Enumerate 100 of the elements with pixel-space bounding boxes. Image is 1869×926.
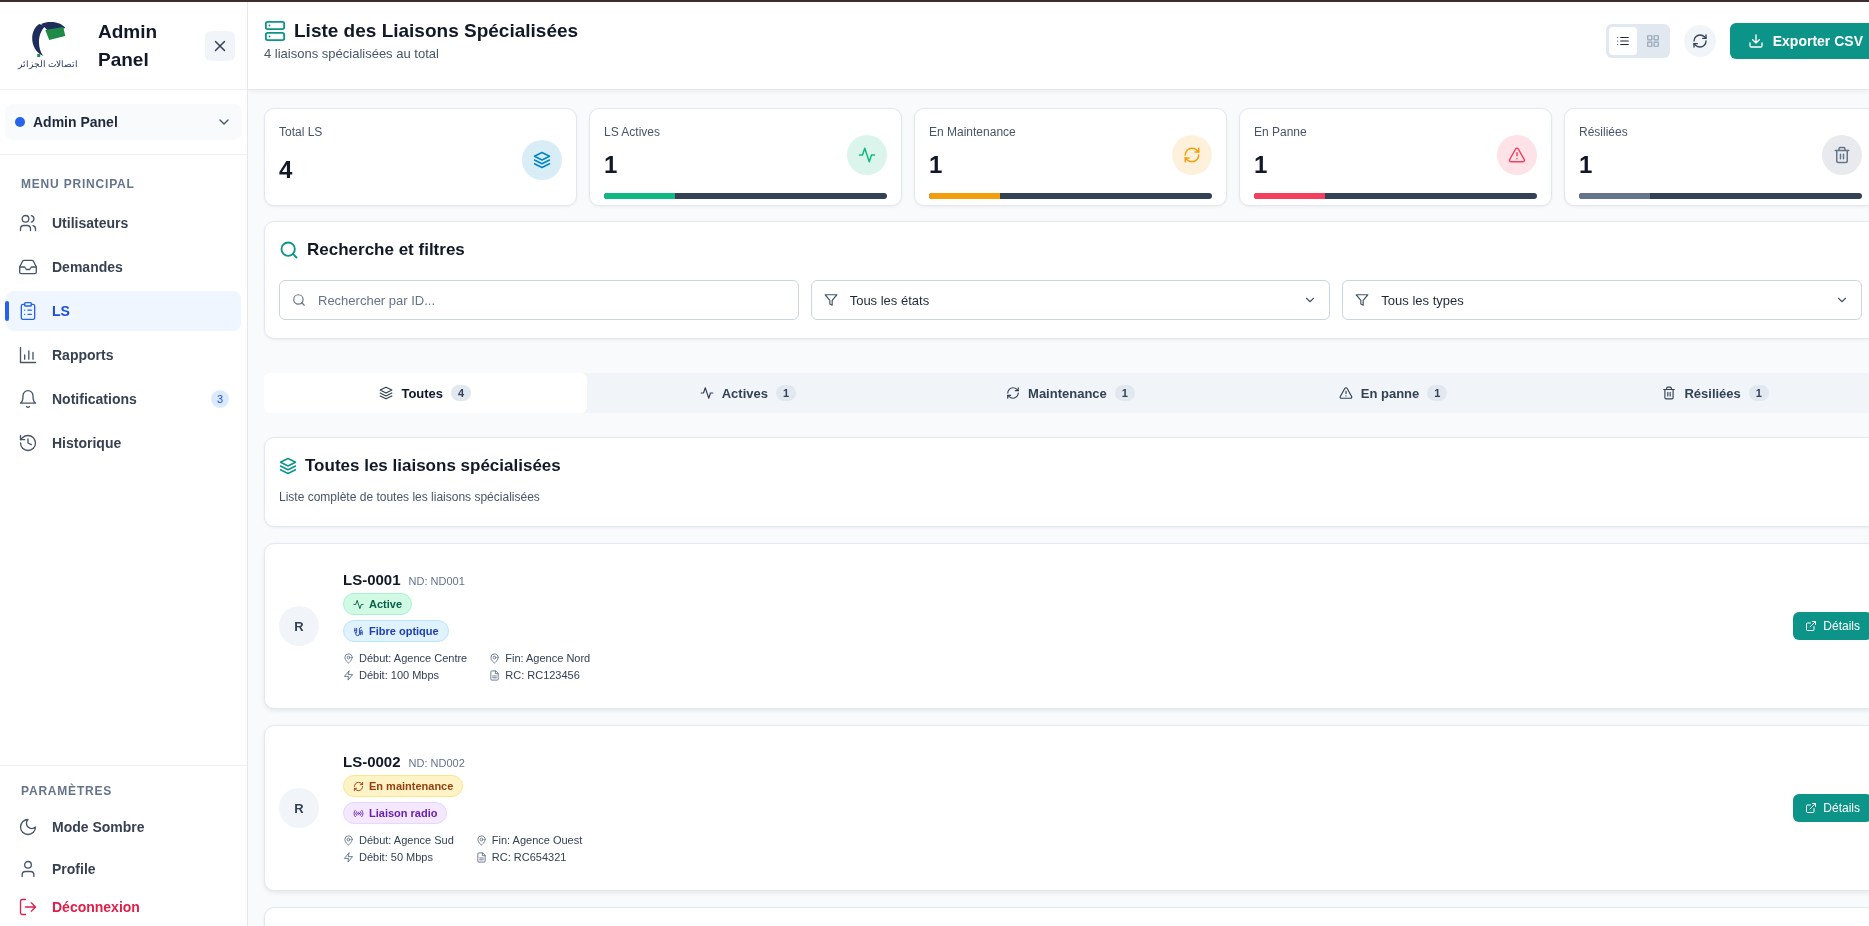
bar-chart-icon xyxy=(18,345,38,365)
dark-mode-toggle[interactable]: Mode Sombre xyxy=(6,804,241,850)
list-view-button[interactable] xyxy=(1608,26,1637,55)
stat-label: Total LS xyxy=(279,125,324,141)
cable-icon xyxy=(353,625,364,637)
inbox-icon xyxy=(18,257,38,277)
section-label: PARAMÈTRES xyxy=(20,782,114,800)
count-badge: 3 xyxy=(211,390,229,408)
sidebar-item[interactable]: Notifications 3 xyxy=(6,379,241,419)
section-label: MENU PRINCIPAL xyxy=(20,176,136,193)
search-field[interactable]: Rechercher par ID... xyxy=(279,280,799,320)
moon-icon xyxy=(18,817,38,837)
document-icon xyxy=(475,851,487,863)
detail-text: Fin: Agence Nord xyxy=(489,652,591,664)
tab[interactable]: Toutes 4 xyxy=(264,373,587,413)
count-badge: 1 xyxy=(775,385,797,401)
sidebar-item[interactable]: Historique xyxy=(6,423,241,463)
status-badge: Active xyxy=(343,593,413,615)
sidebar-item[interactable]: LS xyxy=(6,291,241,331)
detail-text: RC: RC123456 xyxy=(489,669,591,681)
stat-label: En Maintenance xyxy=(929,125,1017,141)
filter-icon xyxy=(1355,293,1370,307)
search-icon xyxy=(279,240,299,260)
close-button[interactable] xyxy=(205,30,235,61)
export-button[interactable]: Exporter CSV xyxy=(1729,22,1869,59)
layers-icon xyxy=(279,457,297,475)
filter-dropdown[interactable]: Tous les états xyxy=(810,280,1331,320)
activity-icon xyxy=(699,386,714,400)
filter-icon xyxy=(823,293,838,307)
history-icon xyxy=(18,433,38,453)
logo-text: اتصالات الجزائر xyxy=(17,59,79,69)
warning-icon xyxy=(1508,146,1526,164)
map-pin-icon xyxy=(343,834,354,846)
download-icon xyxy=(1747,32,1764,49)
workspace-selector[interactable]: Admin Panel xyxy=(5,104,242,140)
panel-title: Recherche et filtres xyxy=(307,240,465,260)
link-id: LS-0002 xyxy=(343,753,401,770)
radio-waves-icon xyxy=(353,807,364,819)
detail-text: Début: Agence Sud xyxy=(343,834,454,846)
users-icon xyxy=(18,213,38,233)
grid-icon xyxy=(1645,33,1660,48)
tab[interactable]: Résiliées 1 xyxy=(1554,373,1869,413)
status-dot xyxy=(15,117,25,127)
count-badge: 4 xyxy=(451,385,472,401)
clipboard-icon xyxy=(18,301,38,321)
nd-number: ND: ND001 xyxy=(408,575,465,587)
server-icon xyxy=(264,20,286,42)
details-button[interactable]: Détails xyxy=(1793,794,1869,822)
type-badge: Fibre optique xyxy=(343,620,449,642)
filter-dropdown[interactable]: Tous les types xyxy=(1342,280,1862,320)
logout-link[interactable]: Déconnexion xyxy=(6,888,241,926)
detail-text: Débit: 100 Mbps xyxy=(343,669,468,681)
type-badge: Liaison radio xyxy=(343,802,448,824)
lightning-icon xyxy=(343,851,354,863)
tab[interactable]: En panne 1 xyxy=(1231,373,1555,413)
stat-value: 1 xyxy=(1579,151,1594,180)
refresh-icon xyxy=(353,780,364,792)
nd-number: ND: ND002 xyxy=(408,757,465,769)
stat-value: 4 xyxy=(279,155,294,185)
count-badge: 1 xyxy=(1748,385,1769,401)
activity-icon xyxy=(353,598,364,610)
refresh-icon xyxy=(1006,386,1021,400)
section-title: Toutes les liaisons spécialisées xyxy=(305,456,561,476)
detail-text: RC: RC654321 xyxy=(475,851,583,863)
section-subtitle: Liste complète de toutes les liaisons spécialisées xyxy=(279,490,541,504)
detail-text: Fin: Agence Ouest xyxy=(475,834,583,846)
stat-value: 1 xyxy=(929,151,944,180)
sidebar-item[interactable]: Rapports xyxy=(6,335,241,375)
search-icon xyxy=(292,293,306,307)
activity-icon xyxy=(858,146,876,164)
avatar: R xyxy=(279,788,319,828)
page-subtitle: 4 liaisons spécialisées au total xyxy=(264,46,440,61)
logout-icon xyxy=(18,897,38,917)
refresh-icon xyxy=(1691,32,1708,49)
stat-label: En Panne xyxy=(1254,125,1308,141)
link-id: LS-0001 xyxy=(343,571,401,588)
bell-icon xyxy=(18,389,38,409)
refresh-icon xyxy=(1183,146,1201,164)
layers-icon xyxy=(379,386,394,400)
tab[interactable]: Actives 1 xyxy=(586,373,910,413)
count-badge: 1 xyxy=(1114,385,1135,401)
map-pin-icon xyxy=(489,652,501,664)
refresh-button[interactable] xyxy=(1683,24,1716,57)
trash-icon xyxy=(1833,146,1851,164)
sidebar-item[interactable]: Utilisateurs xyxy=(6,203,241,243)
external-link-icon xyxy=(1805,620,1818,632)
page-title: Liste des Liaisons Spécialisées xyxy=(294,20,579,42)
tab[interactable]: Maintenance 1 xyxy=(909,373,1232,413)
lightning-icon xyxy=(343,669,354,681)
details-button[interactable]: Détails xyxy=(1793,612,1869,640)
trash-icon xyxy=(1662,386,1677,400)
map-pin-icon xyxy=(475,834,487,846)
detail-text: Débit: 50 Mbps xyxy=(343,851,454,863)
status-badge: En maintenance xyxy=(343,775,464,797)
sidebar-item[interactable]: Demandes xyxy=(6,247,241,287)
stat-value: 1 xyxy=(604,151,619,180)
stat-label: LS Actives xyxy=(604,125,662,141)
profile-link[interactable]: Profile xyxy=(6,850,241,888)
external-link-icon xyxy=(1805,802,1818,814)
detail-text: Début: Agence Centre xyxy=(343,652,468,664)
